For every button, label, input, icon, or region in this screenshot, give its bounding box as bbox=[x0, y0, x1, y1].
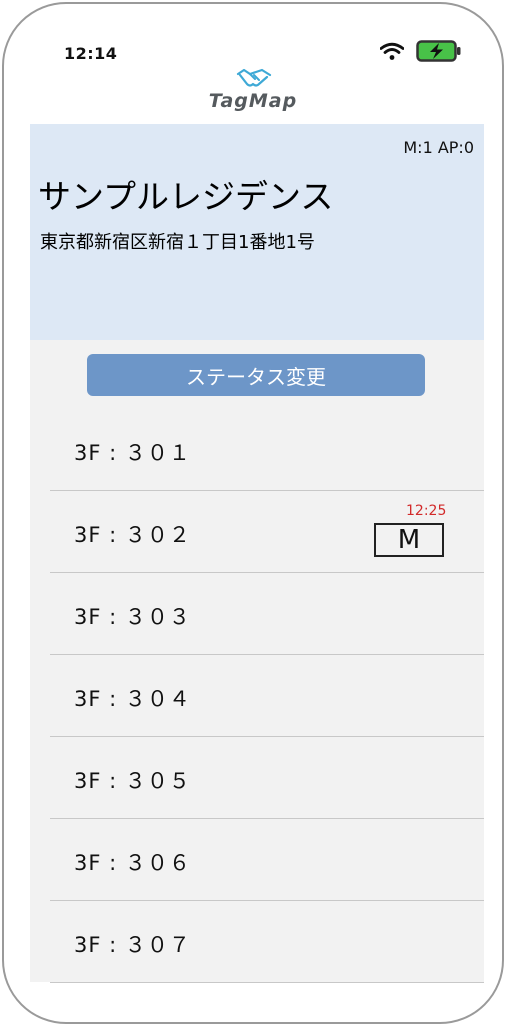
unit-label: 3F : ３０４ bbox=[74, 687, 191, 711]
property-name: サンプルレジデンス bbox=[38, 177, 334, 216]
unit-row-304[interactable]: 3F : ３０４ bbox=[50, 655, 484, 737]
status-change-button[interactable]: ステータス変更 bbox=[87, 354, 425, 396]
unit-row-305[interactable]: 3F : ３０５ bbox=[50, 737, 484, 819]
handshake-icon bbox=[236, 68, 272, 87]
unit-label: 3F : ３０７ bbox=[74, 933, 191, 957]
unit-row-301[interactable]: 3F : ３０１ bbox=[50, 409, 484, 491]
property-counts: M:1 AP:0 bbox=[403, 138, 474, 157]
app-brand: TagMap bbox=[4, 64, 502, 120]
status-bar: 12:14 bbox=[4, 4, 502, 64]
unit-label: 3F : ３０１ bbox=[74, 441, 191, 465]
unit-label: 3F : ３０６ bbox=[74, 851, 191, 875]
unit-row-306[interactable]: 3F : ３０６ bbox=[50, 819, 484, 901]
unit-label: 3F : ３０３ bbox=[74, 605, 191, 629]
unit-status-badge: M bbox=[374, 523, 444, 557]
unit-row-303[interactable]: 3F : ３０３ bbox=[50, 573, 484, 655]
unit-label: 3F : ３０２ bbox=[74, 523, 191, 547]
battery-charging-icon bbox=[416, 40, 461, 62]
unit-label: 3F : ３０５ bbox=[74, 769, 191, 793]
status-time: 12:14 bbox=[64, 44, 118, 63]
unit-row-307[interactable]: 3F : ３０７ bbox=[50, 901, 484, 983]
unit-row-302[interactable]: 3F : ３０２ 12:25 M bbox=[50, 491, 484, 573]
property-address: 東京都新宿区新宿１丁目1番地1号 bbox=[40, 232, 315, 253]
unit-timestamp: 12:25 bbox=[406, 503, 447, 519]
unit-list: 3F : ３０１ 3F : ３０２ 12:25 M 3F : ３０３ 3F : … bbox=[50, 409, 484, 983]
wifi-icon bbox=[380, 42, 404, 60]
property-card: M:1 AP:0 サンプルレジデンス 東京都新宿区新宿１丁目1番地1号 bbox=[30, 124, 484, 340]
phone-frame: 12:14 TagMap M:1 AP:0 サンプルレジデンス 東京都新宿区新宿… bbox=[2, 2, 504, 1024]
app-title: TagMap bbox=[208, 90, 298, 112]
main-content: M:1 AP:0 サンプルレジデンス 東京都新宿区新宿１丁目1番地1号 ステータ… bbox=[30, 124, 484, 983]
